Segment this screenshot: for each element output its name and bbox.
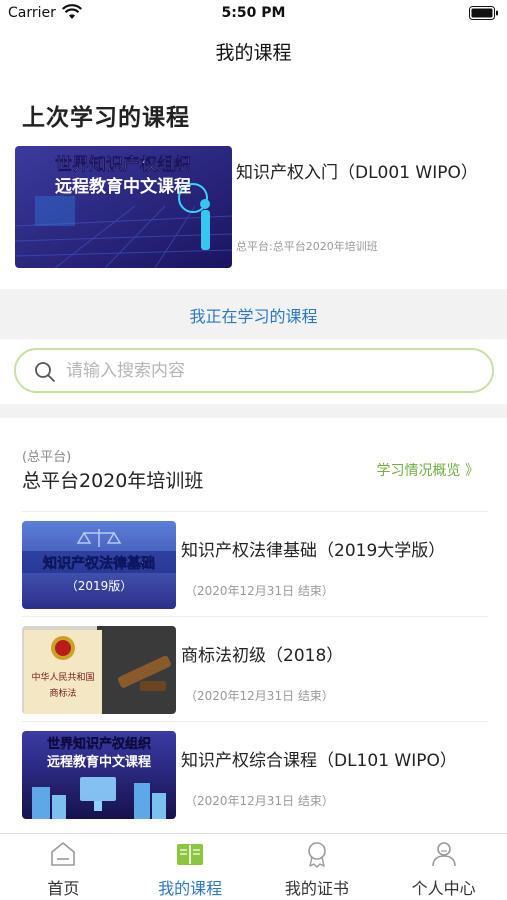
book-icon	[177, 844, 204, 865]
tab-label: 我的证书	[284, 879, 349, 898]
last-course-class: 总平台:总平台2020年培训班	[236, 240, 378, 253]
certificate-icon	[308, 842, 326, 868]
tab-my-certificates[interactable]: 我的证书	[254, 834, 381, 900]
section-divider	[0, 404, 507, 418]
tab-label: 个人中心	[411, 879, 476, 898]
course-thumb-line1: 中华人民共和国	[31, 671, 94, 683]
last-course-thumbnail: 世界知识产权组织 远程教育中文课程	[15, 146, 232, 268]
class-title: 总平台2020年培训班	[22, 470, 204, 492]
course-list: 知识产权法律基础 （2019版） 知识产权法律基础（2019大学版） （2020…	[22, 511, 488, 826]
search-icon	[35, 362, 55, 382]
last-course-card[interactable]: 世界知识产权组织 远程教育中文课程 知识产权入门（DL001 WIPO） 总平台…	[15, 146, 495, 270]
status-time: 5:50 PM	[221, 5, 286, 21]
page-title: 我的课程	[215, 42, 292, 64]
last-course-title: 知识产权入门（DL001 WIPO）	[236, 163, 478, 183]
last-course-heading: 上次学习的课程	[22, 104, 190, 131]
course-item[interactable]: 知识产权法律基础 （2019版） 知识产权法律基础（2019大学版） （2020…	[22, 511, 488, 616]
learning-overview-link[interactable]: 学习情况概览 》	[377, 460, 479, 480]
tab-my-courses[interactable]: 我的课程	[127, 834, 254, 900]
course-thumb-line1: 知识产权法律基础	[43, 555, 155, 572]
platform-label: (总平台)	[22, 450, 72, 465]
course-item[interactable]: 中华人民共和国 商标法 商标法初级（2018） （2020年12月31日 结束）	[22, 616, 488, 721]
course-end-date: （2020年12月31日 结束）	[185, 794, 334, 808]
battery-icon	[469, 6, 498, 20]
course-thumbnail: 知识产权法律基础 （2019版）	[22, 521, 176, 609]
tab-bar: 首页 我的课程 我的证书 个人中心	[0, 833, 507, 900]
course-thumb-line2: 远程教育中文课程	[47, 754, 151, 770]
course-thumb-line2: 商标法	[49, 687, 76, 699]
course-end-date: （2020年12月31日 结束）	[185, 689, 334, 703]
course-thumbnail: 世界知识产权组织 远程教育中文课程	[22, 731, 176, 819]
course-title: 知识产权综合课程（DL101 WIPO）	[181, 751, 457, 771]
tab-label: 我的课程	[158, 879, 223, 898]
tab-home[interactable]: 首页	[0, 834, 127, 900]
status-bar: Carrier 5:50 PM	[0, 0, 507, 30]
tab-label: 首页	[47, 879, 80, 898]
last-course-thumb-line2: 远程教育中文课程	[55, 176, 191, 197]
course-thumb-line2: （2019版）	[66, 579, 133, 593]
course-title: 商标法初级（2018）	[181, 646, 344, 666]
home-icon	[51, 842, 76, 866]
course-title: 知识产权法律基础（2019大学版）	[181, 541, 446, 561]
user-icon	[431, 842, 456, 867]
course-end-date: （2020年12月31日 结束）	[185, 584, 334, 598]
learning-courses-link[interactable]: 我正在学习的课程	[0, 303, 507, 327]
course-item[interactable]: 世界知识产权组织 远程教育中文课程 知识产权综合课程（DL101 WIPO） （…	[22, 721, 488, 826]
last-course-thumb-line1: 世界知识产权组织	[55, 154, 191, 175]
course-thumbnail: 中华人民共和国 商标法	[22, 626, 176, 714]
course-thumb-line1: 世界知识产权组织	[47, 736, 151, 752]
search-bar[interactable]	[14, 348, 494, 393]
tab-personal-center[interactable]: 个人中心	[380, 834, 507, 900]
search-input[interactable]	[66, 358, 466, 384]
